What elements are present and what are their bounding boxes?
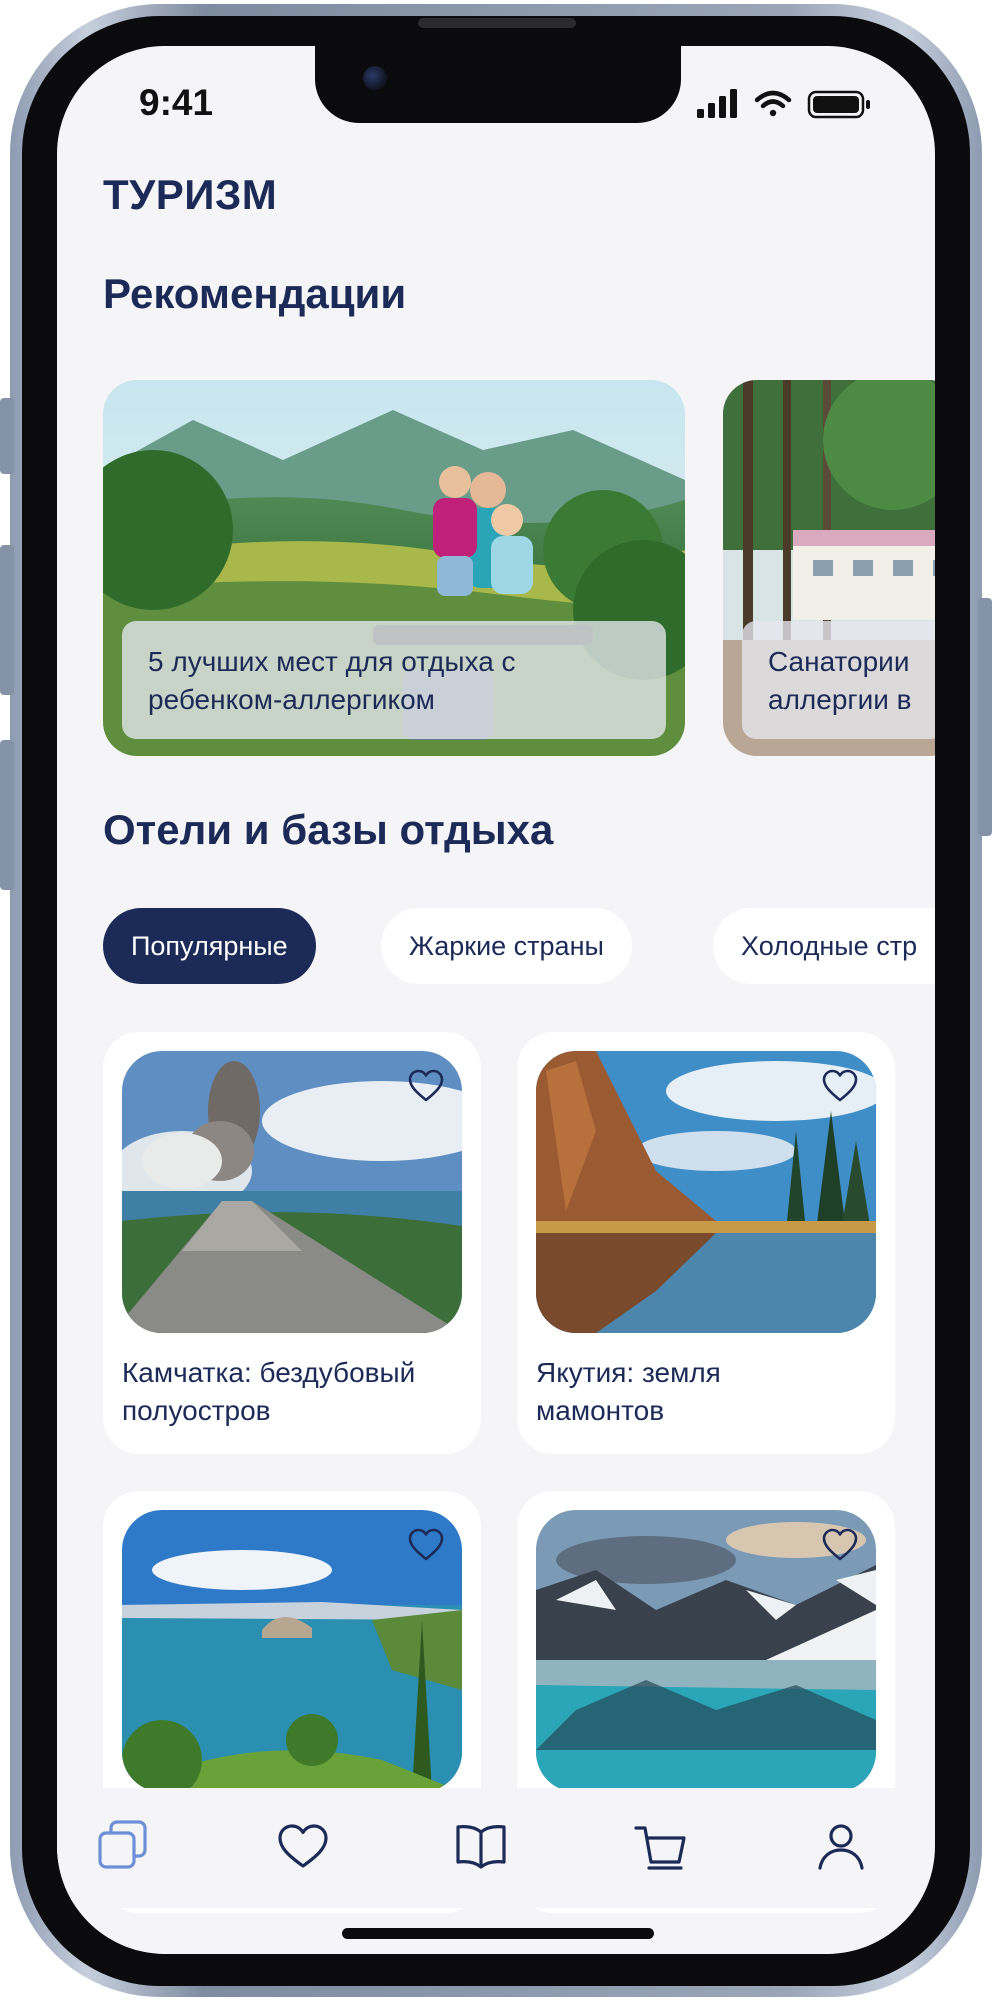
filter-chip-popular[interactable]: Популярные <box>103 908 316 984</box>
phone-power-button <box>978 598 992 836</box>
baikal-lake-photo <box>122 1510 462 1792</box>
place-card-yakutia[interactable]: Якутия: земля мамонтов <box>517 1032 895 1454</box>
recommendation-card-2[interactable]: Санатории аллергии в <box>723 380 935 756</box>
phone-volume-down-button <box>0 740 14 890</box>
battery-icon <box>807 90 870 119</box>
cart-icon[interactable] <box>633 1818 689 1874</box>
mountain-lake-photo <box>536 1510 876 1792</box>
profile-icon[interactable] <box>813 1818 869 1874</box>
wifi-icon <box>754 90 792 117</box>
recommendation-card-caption: 5 лучших мест для отдыха с ребенком-алле… <box>122 621 666 739</box>
cellular-signal-icon <box>697 89 737 118</box>
favorites-heart-icon[interactable] <box>275 1818 331 1874</box>
phone-action-button <box>0 398 14 474</box>
notch <box>315 46 681 123</box>
book-icon[interactable] <box>453 1818 509 1874</box>
home-indicator[interactable] <box>342 1928 654 1939</box>
recommendation-card-caption: Санатории аллергии в <box>742 621 935 739</box>
filter-chip-cold-countries[interactable]: Холодные стр <box>713 908 935 984</box>
recommendations-heading: Рекомендации <box>103 270 407 317</box>
front-camera <box>363 66 387 90</box>
app-screen: 9:41 ТУРИЗМ Рекомендации 5 лучших мест д… <box>57 46 935 1954</box>
favorite-heart-icon[interactable] <box>408 1069 444 1103</box>
place-card-title: Якутия: земля мамонтов <box>536 1357 721 1426</box>
tab-bar <box>57 1788 897 1908</box>
hotels-heading: Отели и базы отдыха <box>103 806 554 853</box>
favorite-heart-icon[interactable] <box>822 1528 858 1562</box>
catalog-icon[interactable] <box>95 1818 151 1874</box>
page-title: ТУРИЗМ <box>103 171 278 218</box>
filter-chip-hot-countries[interactable]: Жаркие страны <box>381 908 632 984</box>
place-card-title: Камчатка: бездубовый полуостров <box>122 1357 416 1426</box>
recommendation-card-1[interactable]: 5 лучших мест для отдыха с ребенком-алле… <box>103 380 685 756</box>
favorite-heart-icon[interactable] <box>822 1069 858 1103</box>
kamchatka-volcano-photo <box>122 1051 462 1333</box>
yakutia-cliffs-photo <box>536 1051 876 1333</box>
status-icons <box>697 89 870 119</box>
earpiece-speaker <box>418 18 576 28</box>
favorite-heart-icon[interactable] <box>408 1528 444 1562</box>
phone-volume-up-button <box>0 545 14 695</box>
status-time: 9:41 <box>139 82 214 123</box>
place-card-kamchatka[interactable]: Камчатка: бездубовый полуостров <box>103 1032 481 1454</box>
